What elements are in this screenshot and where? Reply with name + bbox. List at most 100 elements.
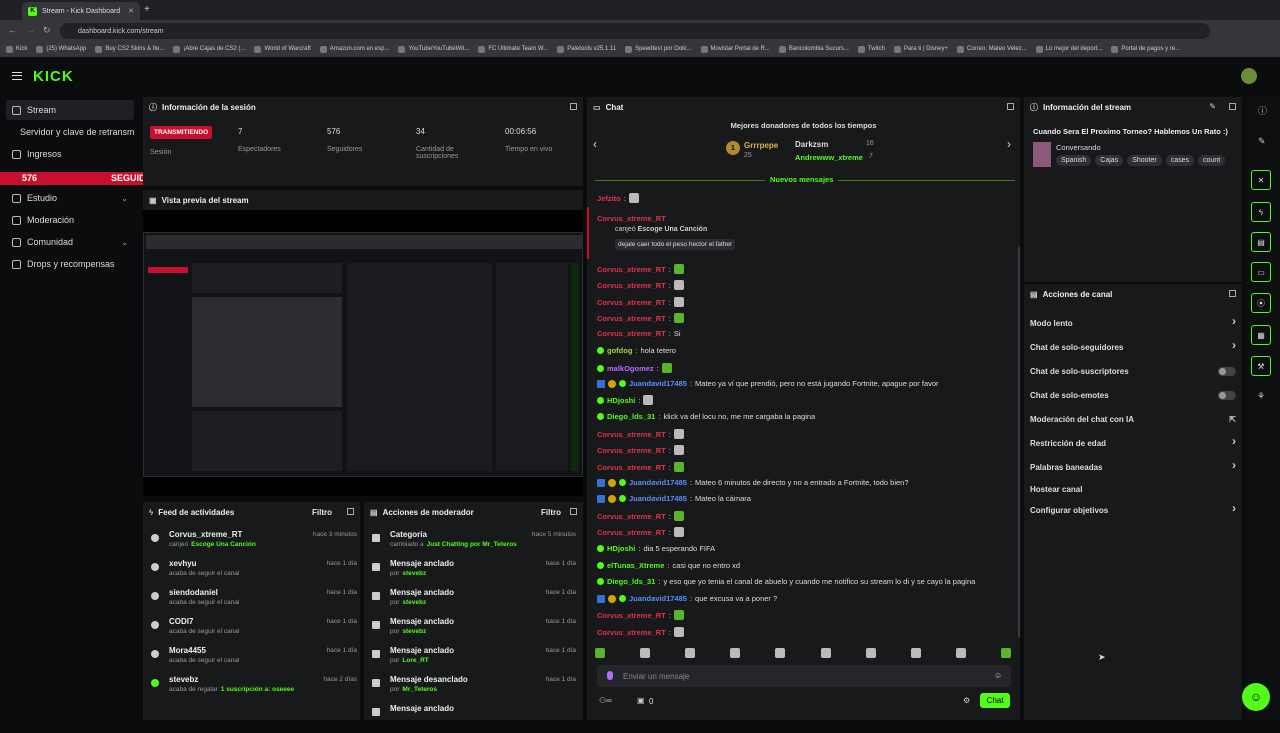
bookmark-item[interactable]: Movistar Portal de R...	[700, 45, 770, 53]
chat-username[interactable]: Corvus_xtreme_RT	[597, 329, 666, 338]
emote-icon[interactable]	[640, 648, 651, 658]
item-detail-link[interactable]: Escoge Una Canción	[191, 541, 256, 548]
item-name[interactable]: Mensaje anclado	[390, 704, 454, 713]
chat-username[interactable]: Corvus_xtreme_RT	[597, 298, 666, 307]
tag-pill[interactable]: count	[1198, 155, 1226, 166]
mod-filter-button[interactable]: Filtro	[541, 508, 561, 517]
lightning-icon[interactable]: ϟ	[1251, 202, 1271, 222]
chat-username[interactable]: Corvus_xtreme_RT	[597, 446, 666, 455]
item-name[interactable]: Mensaje desanclado	[390, 675, 468, 684]
close-icon[interactable]: ✕	[128, 7, 134, 15]
document-icon[interactable]: ▤	[1251, 232, 1271, 252]
bookmark-item[interactable]: Correo: Mateo Velez...	[957, 45, 1027, 53]
sidebar-item-3[interactable]: Estudio ⌄	[6, 188, 134, 208]
cross-icon[interactable]: ✕	[1251, 170, 1271, 190]
bookmark-item[interactable]: Lo mejor del deport...	[1035, 45, 1102, 53]
item-name[interactable]: Mora4455	[169, 646, 206, 655]
viewers-infinite-icon[interactable]: ⚇∞	[599, 696, 612, 705]
chat-username[interactable]: gofdog	[607, 346, 632, 355]
chat-username[interactable]: Corvus_xtreme_RT	[597, 463, 666, 472]
bookmark-item[interactable]: (25) WhatsApp	[36, 45, 86, 53]
channel-action-0[interactable]: Modo lento ›	[1030, 314, 1236, 329]
item-detail-link[interactable]: stevebz	[402, 628, 426, 635]
kick-logo[interactable]: KICK	[33, 68, 74, 85]
menu-icon[interactable]	[12, 72, 22, 80]
address-bar[interactable]: dashboard.kick.com/stream	[60, 23, 1210, 39]
bookmark-item[interactable]: ¡Abre Cajas de CS2 (...	[173, 45, 245, 53]
item-detail-link[interactable]: Lore_RT	[402, 657, 428, 664]
chat-username[interactable]: Corvus_xtreme_RT	[597, 528, 666, 537]
popout-icon[interactable]	[1007, 103, 1014, 110]
item-name[interactable]: CODI7	[169, 617, 193, 626]
bookmark-item[interactable]: World of Warcraft	[254, 45, 311, 53]
edit-icon[interactable]: ✎	[1209, 102, 1216, 111]
share-icon[interactable]: ⚘	[1257, 391, 1265, 402]
sidebar-item-6[interactable]: Drops y recompensas	[6, 254, 134, 274]
channel-action-7[interactable]: Hostear canal	[1030, 483, 1236, 495]
feed-filter-button[interactable]: Filtro	[312, 508, 332, 517]
reward-user[interactable]: Corvus_xtreme_RT	[597, 214, 666, 223]
item-name[interactable]: Mensaje anclado	[390, 617, 454, 626]
lock-icon[interactable]: ▣	[637, 696, 645, 705]
popout-icon[interactable]	[570, 508, 577, 515]
bookmark-item[interactable]: YouTubeYouTubeWit...	[398, 45, 469, 53]
back-icon[interactable]: ←	[8, 25, 17, 35]
channel-action-5[interactable]: Restricción de edad ›	[1030, 434, 1236, 449]
chat-username[interactable]: HDjoshi	[607, 396, 635, 405]
sidebar-item-stream-key[interactable]: Servidor y clave de retransmisión	[6, 122, 134, 142]
browser-tab[interactable]: K Stream - Kick Dashboard ✕	[22, 2, 140, 20]
popout-icon[interactable]	[347, 508, 354, 515]
popout-icon[interactable]: ⇱	[1229, 415, 1236, 424]
sidebar-item-0[interactable]: Stream	[6, 100, 134, 120]
channel-action-2[interactable]: Chat de solo-suscriptores	[1030, 365, 1236, 377]
gear-icon[interactable]: ⚙	[963, 696, 970, 705]
forward-icon[interactable]: →	[26, 25, 35, 35]
chat-username[interactable]: Corvus_xtreme_RT	[597, 611, 666, 620]
channel-action-4[interactable]: Moderación del chat con IA ⇱	[1030, 413, 1236, 425]
item-name[interactable]: Mensaje anclado	[390, 646, 454, 655]
channel-action-6[interactable]: Palabras baneadas ›	[1030, 458, 1236, 473]
bookmark-item[interactable]: FC Ultimate Team W...	[478, 45, 548, 53]
channel-action-8[interactable]: Configurar objetivos ›	[1030, 501, 1236, 516]
popout-icon[interactable]	[570, 103, 577, 110]
chat-username[interactable]: Juandavid17485	[629, 379, 687, 388]
toggle-switch[interactable]	[1218, 391, 1236, 400]
microphone-icon[interactable]	[607, 671, 613, 680]
send-chat-button[interactable]: Chat	[980, 693, 1010, 708]
bookmark-item[interactable]: Kick	[6, 45, 27, 53]
emote-icon[interactable]	[910, 648, 921, 658]
broadcast-icon[interactable]: ⦿	[1251, 293, 1271, 313]
chevron-left-icon[interactable]: ‹	[593, 137, 597, 151]
tag-pill[interactable]: Shooter	[1127, 155, 1162, 166]
item-detail-link[interactable]: stevebz	[402, 570, 426, 577]
bookmark-item[interactable]: Buy CS2 Skins & Ite...	[95, 45, 164, 53]
chevron-down-icon[interactable]: ⌄	[121, 194, 128, 203]
emoji-icon[interactable]: ☺	[994, 671, 1002, 680]
channel-action-1[interactable]: Chat de solo-seguidores ›	[1030, 338, 1236, 353]
bookmark-item[interactable]: Amazon.com en esp...	[319, 45, 389, 53]
chevron-right-icon[interactable]: ›	[1232, 458, 1236, 472]
info-icon[interactable]: ⓘ	[1258, 104, 1267, 117]
item-name[interactable]: Categoría	[390, 530, 427, 539]
chevron-right-icon[interactable]: ›	[1232, 314, 1236, 328]
emote-icon[interactable]	[1000, 648, 1011, 658]
emote-icon[interactable]	[955, 648, 966, 658]
tag-pill[interactable]: Spanish	[1056, 155, 1092, 166]
bookmark-item[interactable]: Bancolombia Sucurs...	[778, 45, 849, 53]
item-name[interactable]: siendodaniel	[169, 588, 218, 597]
chat-username[interactable]: Corvus_xtreme_RT	[597, 265, 666, 274]
chat-username[interactable]: Corvus_xtreme_RT	[597, 430, 666, 439]
tag-pill[interactable]: cases	[1165, 155, 1195, 166]
chat-icon[interactable]: ▭	[1251, 262, 1271, 282]
stream-preview-video[interactable]	[143, 210, 583, 496]
chat-username[interactable]: Corvus_xtreme_RT	[597, 281, 666, 290]
chat-username[interactable]: Corvus_xtreme_RT	[597, 628, 666, 637]
chat-input[interactable]: Enviar un mensaje	[597, 665, 1011, 687]
emote-icon[interactable]	[730, 648, 741, 658]
item-detail-link[interactable]: Just Chatting por Mr_Teteros	[427, 541, 517, 548]
chevron-down-icon[interactable]: ⌄	[121, 238, 128, 247]
reload-icon[interactable]: ↻	[43, 25, 51, 36]
emote-icon[interactable]	[820, 648, 831, 658]
chat-username[interactable]: Diego_lds_31	[607, 577, 655, 586]
emote-icon[interactable]	[865, 648, 876, 658]
